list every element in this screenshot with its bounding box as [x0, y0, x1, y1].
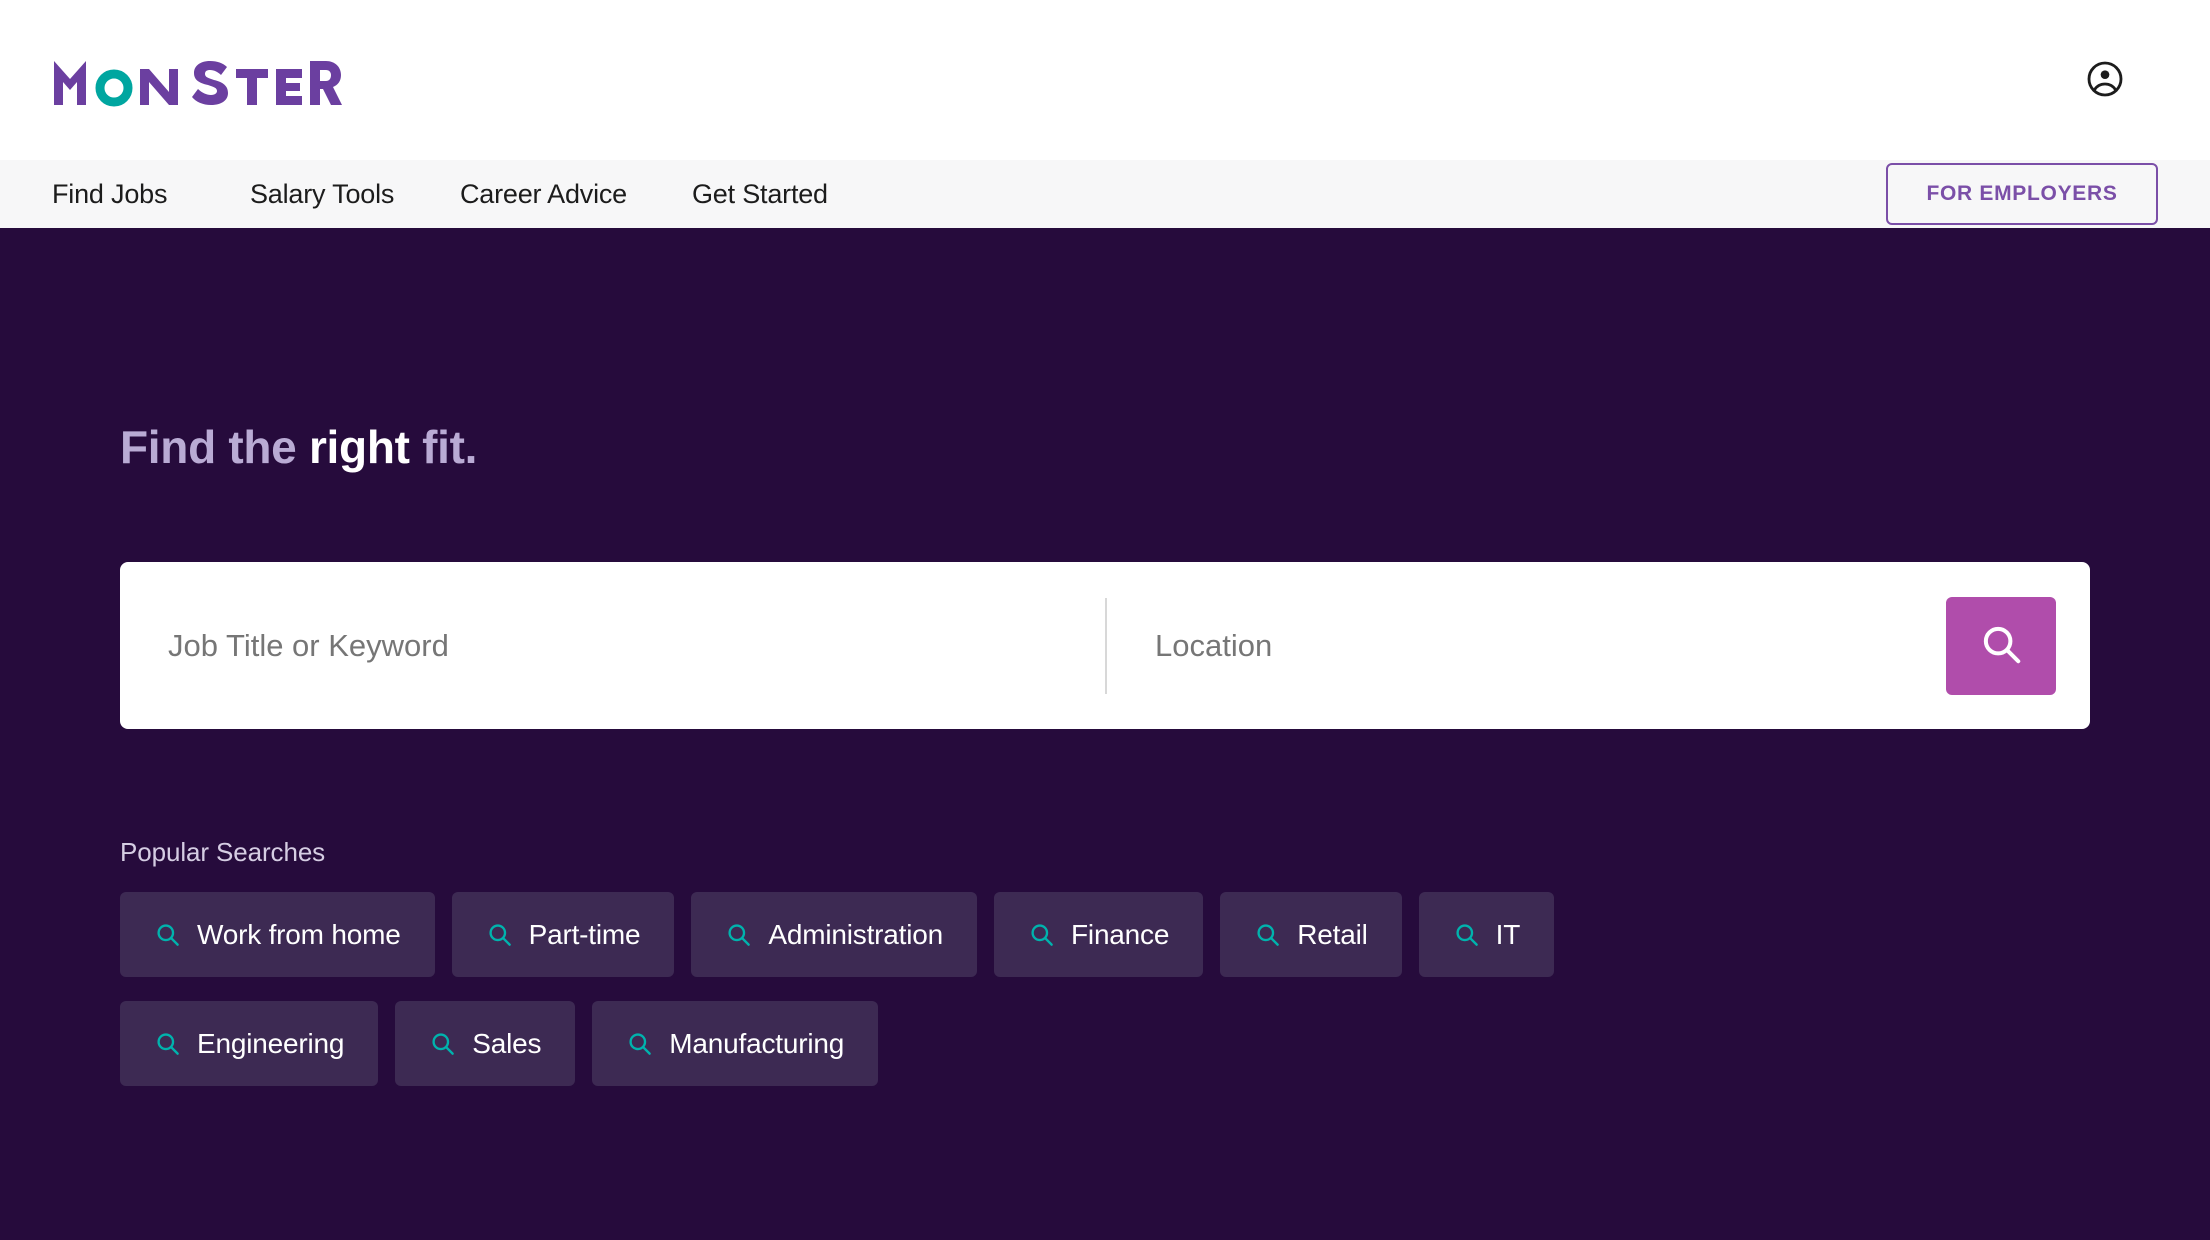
- popular-search-chip[interactable]: Administration: [691, 892, 978, 977]
- nav-link-find-jobs[interactable]: Find Jobs: [52, 179, 167, 210]
- primary-navigation: Find Jobs Salary Tools Career Advice Get…: [0, 160, 2210, 228]
- search-icon: [154, 1030, 181, 1057]
- chip-label: Finance: [1071, 918, 1170, 950]
- chip-label: IT: [1495, 918, 1521, 950]
- nav-item-salary-tools[interactable]: Salary Tools: [250, 179, 460, 210]
- search-icon: [154, 921, 181, 948]
- logo-wordmark: [52, 53, 342, 107]
- monster-logo[interactable]: [52, 53, 342, 107]
- chip-label: Retail: [1297, 918, 1368, 950]
- page-title-prefix: Find the: [120, 421, 309, 473]
- search-icon: [429, 1030, 456, 1057]
- popular-search-chip[interactable]: Manufacturing: [592, 1001, 879, 1086]
- popular-searches-row-2: Engineering Sales Manufacturing: [120, 1001, 2090, 1086]
- search-input[interactable]: [120, 627, 1105, 664]
- popular-search-chip[interactable]: Finance: [994, 892, 1204, 977]
- chip-label: Part-time: [528, 918, 641, 950]
- search-icon: [1453, 921, 1480, 948]
- keyword-field-wrapper: [120, 562, 1105, 729]
- nav-link-career-advice[interactable]: Career Advice: [460, 179, 627, 210]
- search-submit-button[interactable]: [1946, 596, 2056, 695]
- page-title-accent: right: [308, 421, 410, 473]
- popular-search-chip[interactable]: Sales: [395, 1001, 576, 1086]
- popular-search-chip[interactable]: IT: [1418, 892, 1555, 977]
- nav-item-find-jobs[interactable]: Find Jobs: [52, 179, 250, 210]
- account-circle-icon: [2085, 59, 2125, 102]
- account-button[interactable]: [2082, 57, 2128, 103]
- for-employers-button[interactable]: FOR EMPLOYERS: [1886, 163, 2158, 225]
- popular-searches-label: Popular Searches: [120, 837, 326, 867]
- chip-label: Engineering: [197, 1027, 345, 1059]
- job-search-bar: [120, 562, 2090, 729]
- chip-label: Sales: [472, 1027, 542, 1059]
- chip-label: Administration: [768, 918, 944, 950]
- nav-item-career-advice[interactable]: Career Advice: [460, 179, 692, 210]
- search-icon: [1028, 921, 1055, 948]
- popular-search-chip[interactable]: Engineering: [120, 1001, 379, 1086]
- search-icon: [1254, 921, 1281, 948]
- hero-section: Find the right fit. Popular Searches Wor: [0, 228, 2210, 1240]
- popular-search-chip[interactable]: Work from home: [120, 892, 435, 977]
- nav-link-get-started[interactable]: Get Started: [692, 179, 828, 210]
- popular-searches-row-1: Work from home Part-time Administration …: [120, 892, 2090, 977]
- search-icon: [626, 1030, 653, 1057]
- site-header: [0, 0, 2210, 160]
- search-icon: [725, 921, 752, 948]
- chip-label: Manufacturing: [669, 1027, 845, 1059]
- location-input[interactable]: [1107, 627, 1918, 664]
- location-field-wrapper: [1107, 562, 1918, 729]
- nav-link-salary-tools[interactable]: Salary Tools: [250, 179, 394, 210]
- nav-item-get-started[interactable]: Get Started: [692, 179, 892, 210]
- nav-link-list: Find Jobs Salary Tools Career Advice Get…: [52, 179, 892, 210]
- popular-search-chip[interactable]: Retail: [1220, 892, 1402, 977]
- page-title-suffix: fit.: [409, 421, 478, 473]
- popular-search-chip[interactable]: Part-time: [451, 892, 675, 977]
- chip-label: Work from home: [197, 918, 401, 950]
- search-icon: [1978, 621, 2024, 670]
- page-title: Find the right fit.: [120, 228, 2090, 470]
- search-icon: [486, 921, 513, 948]
